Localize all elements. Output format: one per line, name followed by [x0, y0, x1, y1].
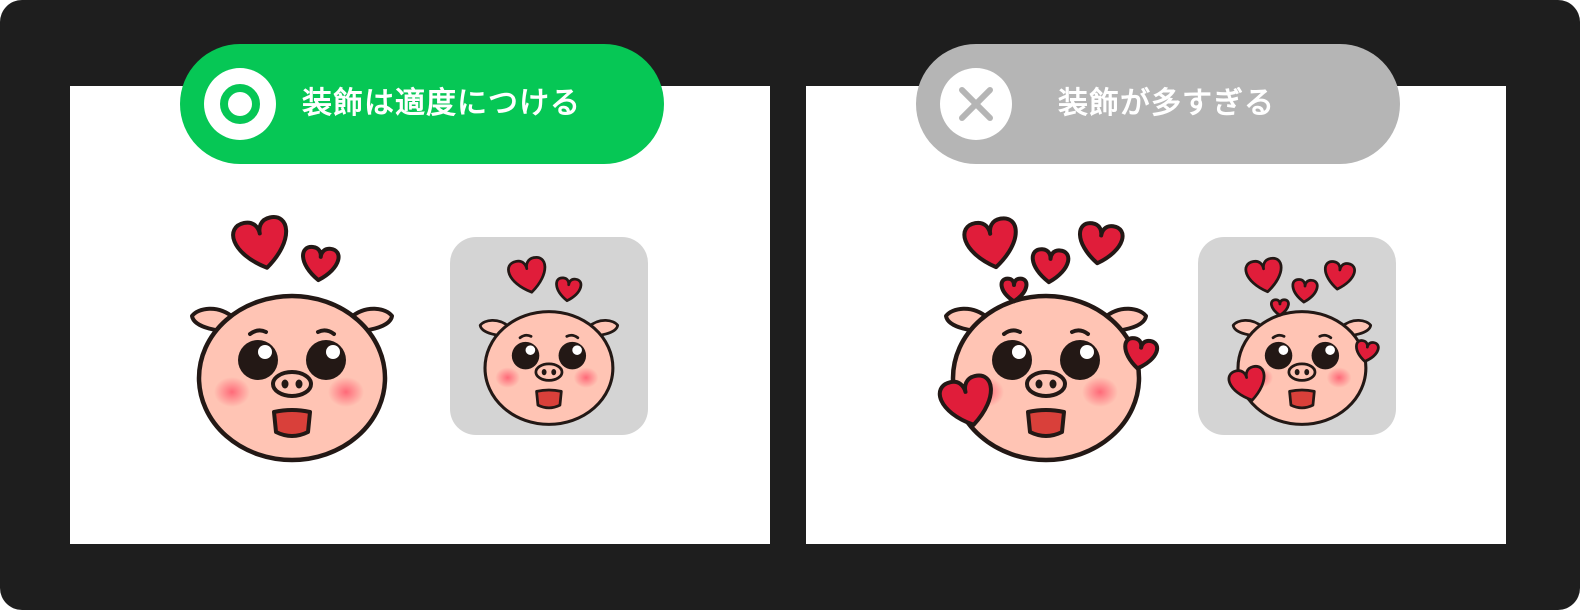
pig-face — [190, 293, 394, 463]
bad-pig-sticker-large — [937, 216, 1160, 463]
heart-decoration — [1078, 221, 1125, 266]
heart-decoration — [301, 244, 341, 283]
heart-decoration — [1244, 257, 1283, 294]
heart-decoration — [231, 215, 289, 270]
heart-decoration — [555, 276, 583, 303]
heart-decorations — [507, 256, 583, 303]
heart-decoration — [962, 216, 1018, 270]
heart-decoration — [1323, 260, 1356, 291]
circle-icon — [204, 68, 276, 140]
cross-icon — [940, 68, 1012, 140]
bad-pig-sticker-thumbnail — [1227, 257, 1380, 426]
good-pig-sticker-large — [190, 215, 394, 463]
heart-decoration — [507, 256, 547, 294]
good-example-label: 装飾は適度につける — [302, 86, 581, 121]
good-pig-sticker-thumbnail — [478, 256, 620, 426]
bad-example-label: 装飾が多すぎる — [1058, 86, 1275, 121]
heart-decoration — [1291, 278, 1319, 304]
good-example-header: 装飾は適度につける — [180, 44, 664, 164]
heart-decorations — [231, 215, 341, 283]
bad-example-header: 装飾が多すぎる — [916, 44, 1400, 164]
pig-face — [478, 310, 620, 426]
comparison-frame: 装飾は適度につける 装飾が多すぎる — [0, 0, 1580, 610]
heart-decoration — [1030, 247, 1071, 285]
